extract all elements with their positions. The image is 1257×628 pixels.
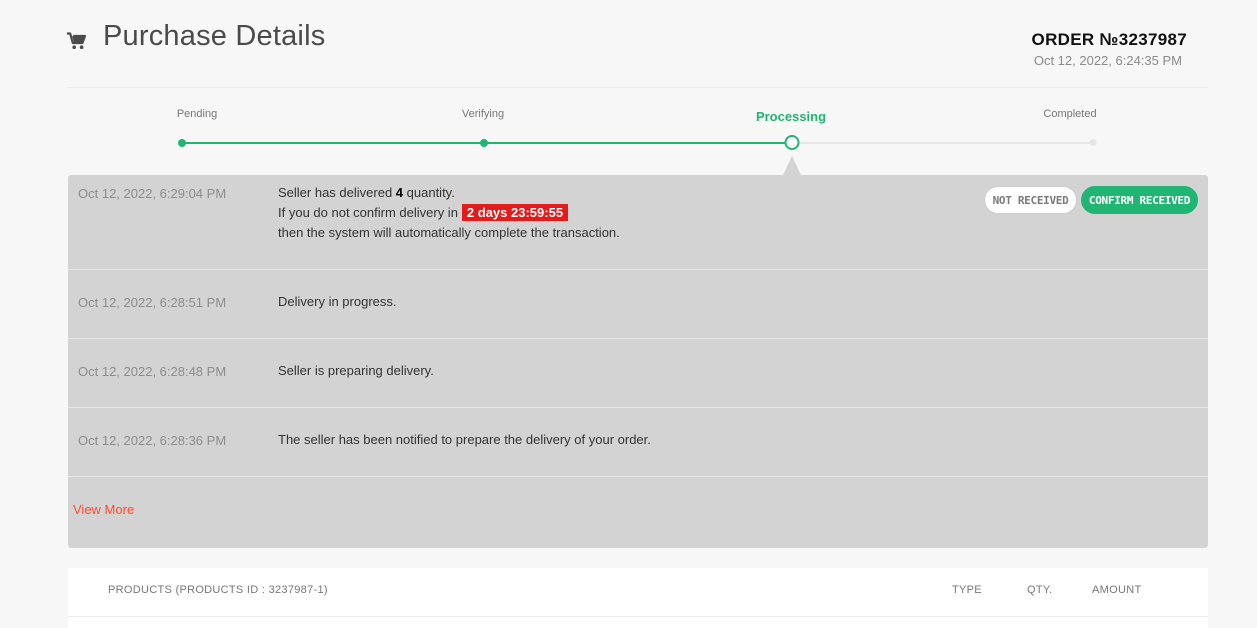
current-step-pointer xyxy=(783,156,801,175)
products-table: PRODUCTS (PRODUCTS ID : 3237987-1) TYPE … xyxy=(68,568,1208,628)
column-header-amount: AMOUNT xyxy=(1092,584,1142,596)
shopping-cart-icon xyxy=(67,32,87,49)
event-text: Seller is preparing delivery. xyxy=(278,363,434,378)
event-time: Oct 12, 2022, 6:28:48 PM xyxy=(78,364,227,379)
progress-track-remaining xyxy=(800,142,1093,144)
step-label-completed: Completed xyxy=(1043,108,1097,120)
event-line-delivered: Seller has delivered 4 quantity. xyxy=(278,185,455,200)
event-line-confirm: If you do not confirm delivery in 2 days … xyxy=(278,203,620,223)
countdown-timer: 2 days 23:59:55 xyxy=(461,204,569,221)
not-received-button[interactable]: Not Received xyxy=(984,186,1077,214)
event-text: Delivery in progress. xyxy=(278,294,397,309)
products-table-header: PRODUCTS (PRODUCTS ID : 3237987-1) TYPE … xyxy=(68,568,1208,617)
column-header-products: PRODUCTS (PRODUCTS ID : 3237987-1) xyxy=(108,584,328,596)
column-header-qty: QTY. xyxy=(1027,584,1053,596)
page-title: Purchase Details xyxy=(103,20,326,52)
step-dot-pending xyxy=(178,139,186,147)
view-more-link[interactable]: View More xyxy=(73,502,134,517)
event-line-auto-complete: then the system will automatically compl… xyxy=(278,225,620,240)
step-dot-verifying xyxy=(480,139,488,147)
timeline-event: Oct 12, 2022, 6:28:51 PM Delivery in pro… xyxy=(68,270,1208,339)
order-timeline: Oct 12, 2022, 6:29:04 PM Seller has deli… xyxy=(68,175,1208,548)
order-date: Oct 12, 2022, 6:24:35 PM xyxy=(1033,53,1182,68)
header-divider xyxy=(67,87,1208,88)
event-time: Oct 12, 2022, 6:28:36 PM xyxy=(78,433,227,448)
order-progress-stepper: Pending Verifying Processing Completed xyxy=(67,100,1208,176)
step-dot-completed xyxy=(1089,139,1097,146)
timeline-event: Oct 12, 2022, 6:29:04 PM Seller has deli… xyxy=(68,175,1208,270)
page-header: Purchase Details ORDER №3237987 Oct 12, … xyxy=(67,18,1208,88)
timeline-event: Oct 12, 2022, 6:28:48 PM Seller is prepa… xyxy=(68,339,1208,408)
step-label-pending: Pending xyxy=(176,108,218,120)
step-label-processing: Processing xyxy=(755,109,827,124)
timeline-event: Oct 12, 2022, 6:28:36 PM The seller has … xyxy=(68,408,1208,477)
event-text: The seller has been notified to prepare … xyxy=(278,432,651,447)
step-label-verifying: Verifying xyxy=(461,108,505,120)
event-time: Oct 12, 2022, 6:28:51 PM xyxy=(78,295,227,310)
order-number: ORDER №3237987 xyxy=(1031,30,1187,49)
step-dot-processing xyxy=(784,135,800,150)
event-text: Seller has delivered 4 quantity. If you … xyxy=(278,183,620,243)
event-time: Oct 12, 2022, 6:29:04 PM xyxy=(78,186,227,201)
column-header-type: TYPE xyxy=(952,584,982,596)
delivered-quantity: 4 xyxy=(395,185,404,200)
confirm-received-button[interactable]: Confirm Received xyxy=(1081,186,1198,214)
